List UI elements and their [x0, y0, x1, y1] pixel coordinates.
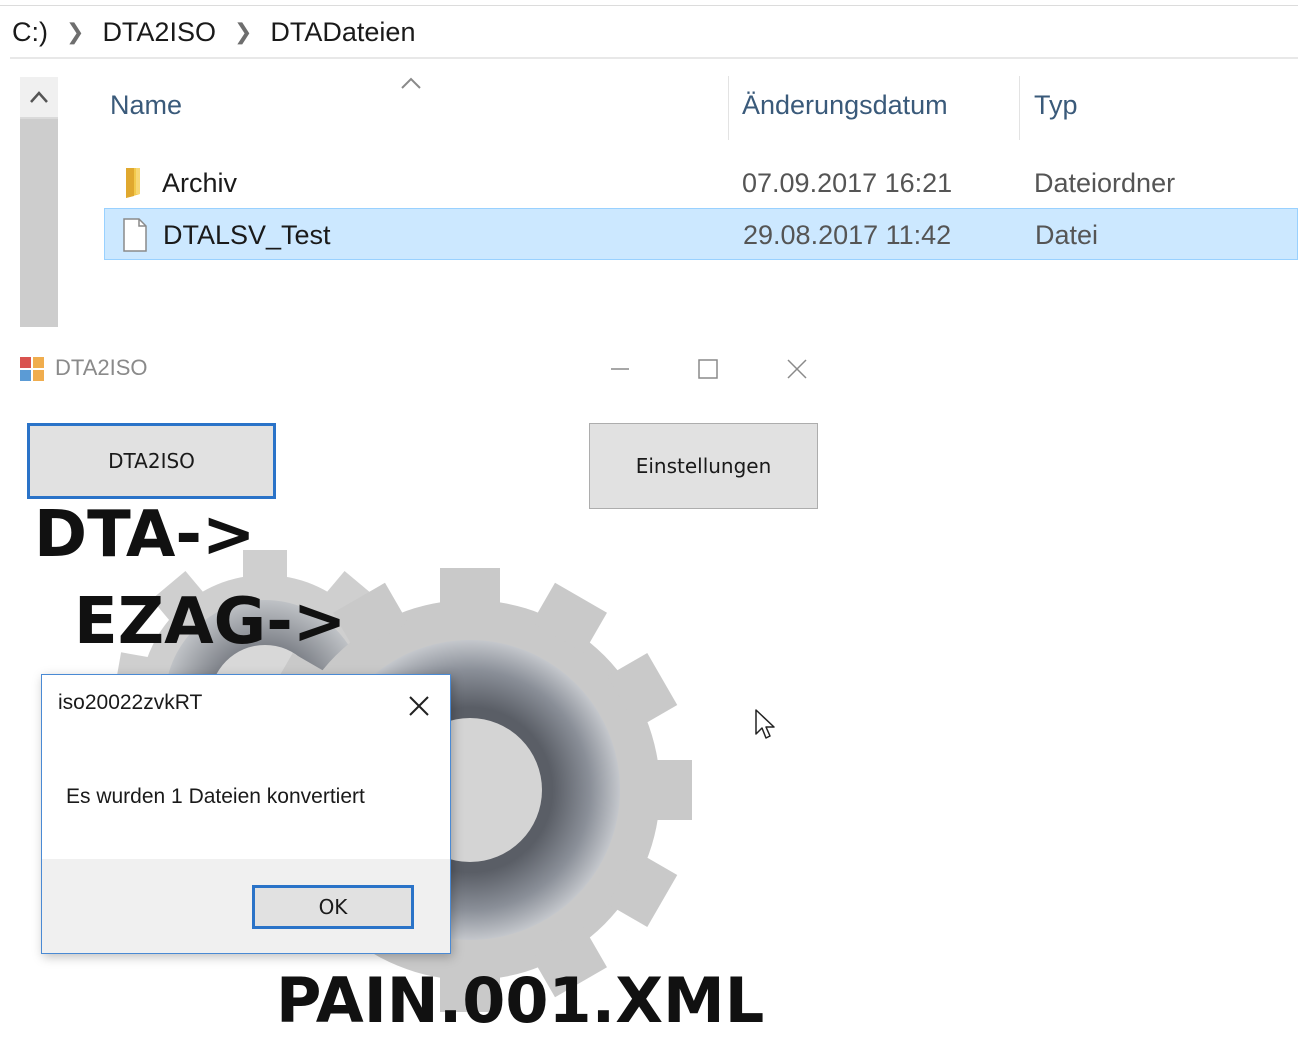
- maximize-button[interactable]: [688, 352, 728, 386]
- ok-button[interactable]: OK: [252, 885, 414, 929]
- minimize-icon: [611, 368, 629, 370]
- settings-button[interactable]: Einstellungen: [589, 423, 818, 509]
- mouse-pointer-icon: [755, 709, 775, 739]
- dialog-close-icon[interactable]: [402, 689, 436, 723]
- message-dialog: iso20022zvkRT Es wurden 1 Dateien konver…: [41, 674, 451, 954]
- app-icon: [20, 357, 44, 381]
- maximize-icon: [698, 359, 718, 379]
- close-button[interactable]: [777, 352, 817, 386]
- dta2iso-button[interactable]: DTA2ISO: [27, 423, 276, 499]
- logo-text-dta: DTA->: [34, 498, 256, 572]
- minimize-button[interactable]: [600, 352, 640, 386]
- logo-text-pain: PAIN.001.XML: [276, 964, 765, 1037]
- close-icon: [787, 359, 807, 379]
- window-title: DTA2ISO: [55, 355, 148, 380]
- dialog-title: iso20022zvkRT: [58, 691, 203, 714]
- dialog-message: Es wurden 1 Dateien konvertiert: [66, 785, 365, 808]
- logo-text-ezag: EZAG->: [74, 585, 347, 659]
